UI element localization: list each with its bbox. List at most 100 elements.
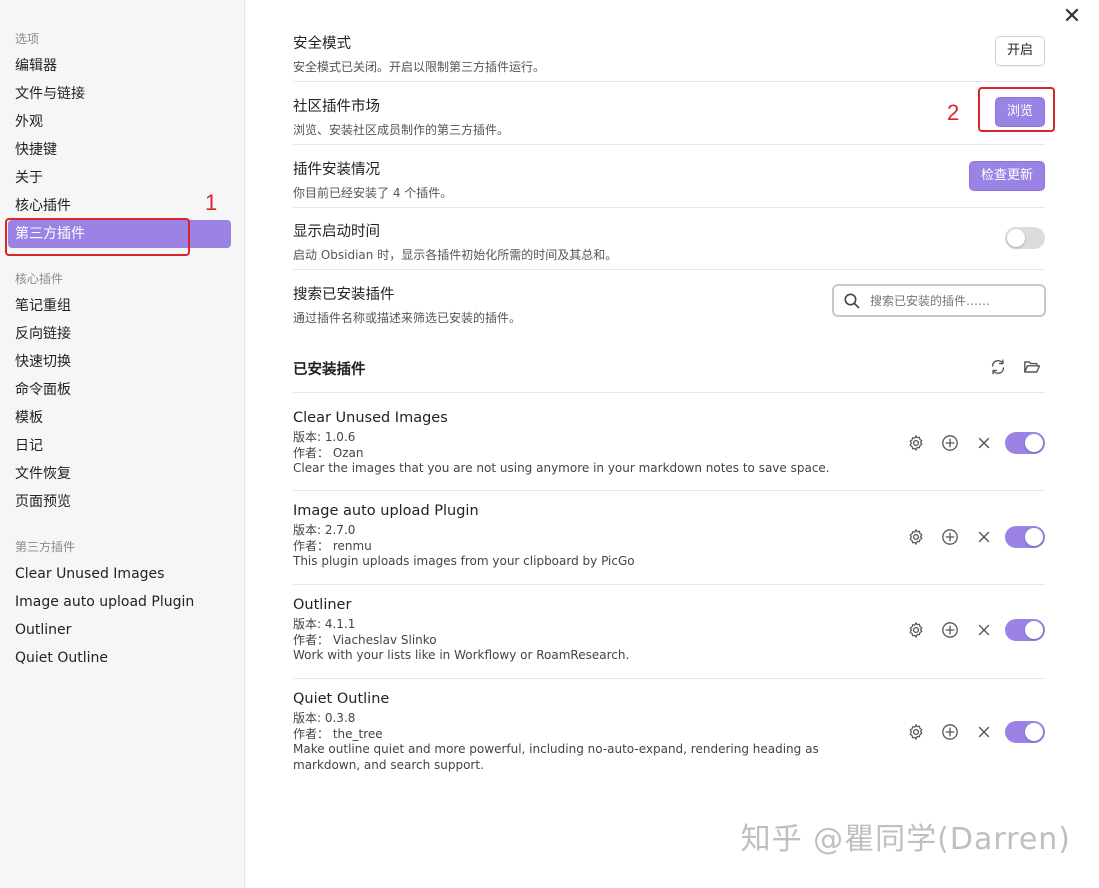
plugin-row-outliner: Outliner 版本: 4.1.1 作者： Viacheslav Slinko… [293,597,1045,664]
plugin-enable-toggle[interactable] [1005,526,1045,548]
sidebar-item-files-links[interactable]: 文件与链接 [8,80,231,108]
x-icon[interactable] [975,434,993,452]
sidebar-item-appearance[interactable]: 外观 [8,108,231,136]
plus-circle-icon[interactable] [941,528,959,546]
sidebar-item-core-plugins[interactable]: 核心插件 [8,192,231,220]
plugin-version: 版本: 1.0.6 [293,430,356,444]
plugin-row-image-auto-upload: Image auto upload Plugin 版本: 2.7.0 作者： r… [293,503,1045,570]
check-updates-button[interactable]: 检查更新 [969,161,1045,191]
setting-desc: 浏览、安装社区成员制作的第三方插件。 [293,123,510,137]
plugin-author: 作者： Ozan [293,445,364,460]
gear-icon[interactable] [907,621,925,639]
sidebar-item-page-preview[interactable]: 页面预览 [8,488,231,516]
sidebar-item-image-auto-upload[interactable]: Image auto upload Plugin [8,588,231,616]
installed-plugins-title: 已安装插件 [293,362,366,378]
plugin-description: This plugin uploads images from your cli… [293,554,635,568]
plugin-author: 作者： the_tree [293,726,383,741]
setting-title: 显示启动时间 [293,224,380,240]
setting-desc: 你目前已经安装了 4 个插件。 [293,186,453,200]
divider [293,392,1045,393]
plugin-author: 作者： Viacheslav Slinko [293,632,437,647]
setting-title: 插件安装情况 [293,162,380,178]
x-icon[interactable] [975,621,993,639]
annotation-box-2 [978,87,1055,132]
sidebar-item-hotkeys[interactable]: 快捷键 [8,136,231,164]
plugin-name: Clear Unused Images [293,410,448,426]
toggle-knob [1025,434,1043,452]
toggle-knob [1007,229,1025,247]
safe-mode-enable-button[interactable]: 开启 [995,36,1045,66]
settings-main: ✕ 安全模式 安全模式已关闭。开启以限制第三方插件运行。 开启 社区插件市场 浏… [245,0,1099,888]
divider [293,144,1045,145]
sidebar-item-command-palette[interactable]: 命令面板 [8,376,231,404]
sidebar-item-about[interactable]: 关于 [8,164,231,192]
plugin-enable-toggle[interactable] [1005,432,1045,454]
sidebar-item-quick-switcher[interactable]: 快速切换 [8,348,231,376]
sidebar-item-editor[interactable]: 编辑器 [8,52,231,80]
plus-circle-icon[interactable] [941,434,959,452]
toggle-knob [1025,528,1043,546]
plugin-version: 版本: 4.1.1 [293,617,356,631]
setting-title: 安全模式 [293,36,351,52]
annotation-number-2: 2 [947,100,960,125]
setting-title: 社区插件市场 [293,99,380,115]
settings-window: 选项 编辑器 文件与链接 外观 快捷键 关于 核心插件 第三方插件 核心插件 笔… [0,0,1099,888]
divider [293,678,1045,679]
divider [293,584,1045,585]
setting-startup-time: 显示启动时间 启动 Obsidian 时，显示各插件初始化所需的时间及其总和。 [293,220,1045,263]
sidebar-item-note-composer[interactable]: 笔记重组 [8,292,231,320]
divider [293,81,1045,82]
setting-desc: 安全模式已关闭。开启以限制第三方插件运行。 [293,60,546,74]
gear-icon[interactable] [907,723,925,741]
divider [293,207,1045,208]
sidebar-item-backlinks[interactable]: 反向链接 [8,320,231,348]
watermark: 知乎 @瞿同学(Darren) [740,822,1071,857]
sidebar-item-file-recovery[interactable]: 文件恢复 [8,460,231,488]
plugin-row-clear-unused-images: Clear Unused Images 版本: 1.0.6 作者： Ozan C… [293,410,1045,477]
divider [293,490,1045,491]
startup-time-toggle[interactable] [1005,227,1045,249]
third-party-header: 第三方插件 [15,540,76,554]
x-icon[interactable] [975,723,993,741]
sidebar-item-templates[interactable]: 模板 [8,404,231,432]
plugin-version: 版本: 2.7.0 [293,523,356,537]
gear-icon[interactable] [907,528,925,546]
setting-community-plugins: 社区插件市场 浏览、安装社区成员制作的第三方插件。 [293,95,1045,138]
gear-icon[interactable] [907,434,925,452]
plugin-description: Make outline quiet and more powerful, in… [293,742,819,772]
core-plugins-header: 核心插件 [15,272,64,286]
plugin-name: Quiet Outline [293,691,390,707]
annotation-number-1: 1 [205,190,218,215]
setting-safe-mode: 安全模式 安全模式已关闭。开启以限制第三方插件运行。 [293,32,1045,75]
third-party-group: 第三方插件 Clear Unused Images Image auto upl… [0,538,244,672]
x-icon[interactable] [975,528,993,546]
plus-circle-icon[interactable] [941,621,959,639]
refresh-icon[interactable] [989,358,1007,376]
close-icon[interactable]: ✕ [1061,6,1083,28]
annotation-box-1 [5,218,190,256]
plugin-enable-toggle[interactable] [1005,619,1045,641]
sidebar-item-clear-unused-images[interactable]: Clear Unused Images [8,560,231,588]
sidebar-item-daily-notes[interactable]: 日记 [8,432,231,460]
plugin-name: Outliner [293,597,352,613]
setting-installed-info: 插件安装情况 你目前已经安装了 4 个插件。 [293,158,1045,201]
toggle-knob [1025,723,1043,741]
plugin-enable-toggle[interactable] [1005,721,1045,743]
plus-circle-icon[interactable] [941,723,959,741]
folder-open-icon[interactable] [1023,358,1041,376]
plugin-name: Image auto upload Plugin [293,503,479,519]
sidebar-item-outliner[interactable]: Outliner [8,616,231,644]
plugin-search-input[interactable] [870,291,1040,311]
plugin-description: Work with your lists like in Workflowy o… [293,648,630,662]
options-header: 选项 [15,32,40,46]
core-plugins-group: 核心插件 笔记重组 反向链接 快速切换 命令面板 模板 日记 文件恢复 页面预览 [0,270,244,516]
plugin-search-box[interactable] [832,284,1046,317]
settings-sidebar: 选项 编辑器 文件与链接 外观 快捷键 关于 核心插件 第三方插件 核心插件 笔… [0,0,245,888]
sidebar-item-quiet-outline[interactable]: Quiet Outline [8,644,231,672]
plugin-description: Clear the images that you are not using … [293,461,830,475]
plugin-row-quiet-outline: Quiet Outline 版本: 0.3.8 作者： the_tree Mak… [293,691,1045,773]
search-icon [844,293,860,309]
setting-desc: 启动 Obsidian 时，显示各插件初始化所需的时间及其总和。 [293,248,618,262]
plugin-version: 版本: 0.3.8 [293,711,356,725]
divider [293,269,1045,270]
